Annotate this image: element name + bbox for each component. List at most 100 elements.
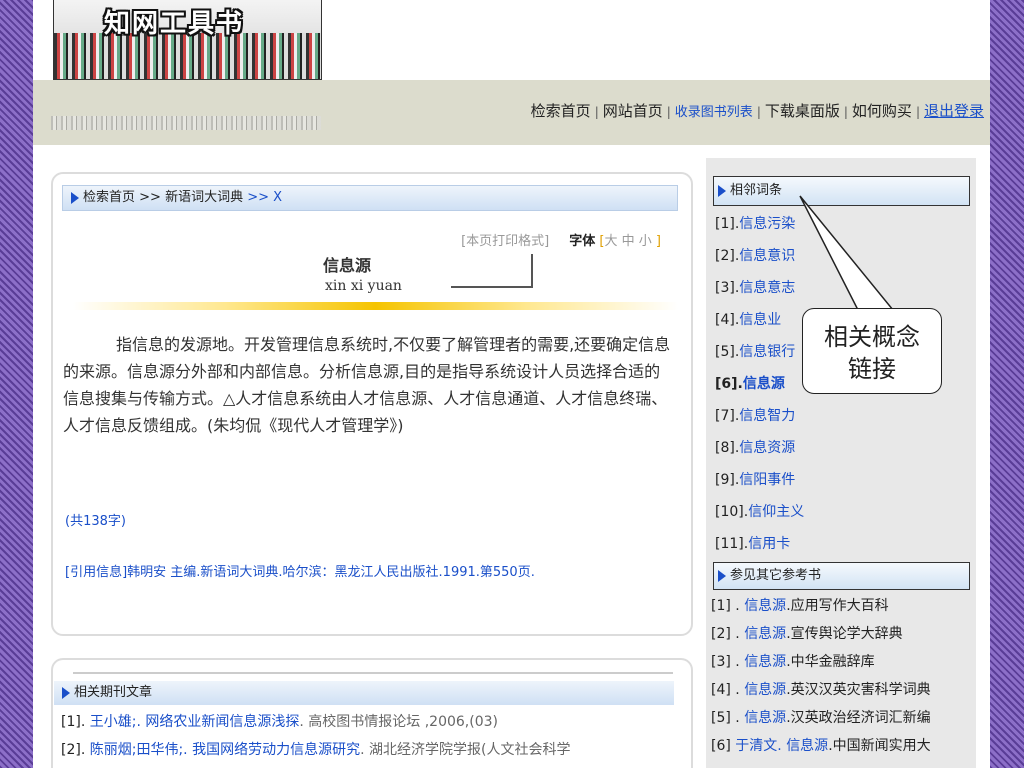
item-num: [2]. [715, 248, 740, 264]
related-item[interactable]: [4].信息业 [715, 311, 781, 329]
divider [73, 672, 673, 674]
item-label[interactable]: 信仰主义 [748, 504, 804, 520]
item-num: [8]. [715, 440, 740, 456]
nav-site-home[interactable]: 网站首页 [603, 102, 663, 120]
item-num: [1]. [715, 216, 740, 232]
triangle-icon [718, 184, 726, 197]
callout-line1: 相关概念 [824, 323, 920, 351]
top-navbar: 检索首页 | 网站首页 | 收录图书列表 | 下载桌面版 | 如何购买 | 退出登录 [33, 80, 990, 145]
triangle-icon [62, 686, 70, 699]
item-num: [5]. [715, 344, 740, 360]
nav-download-desktop[interactable]: 下载桌面版 [765, 102, 840, 120]
item-num: [10]. [715, 504, 749, 520]
item-label[interactable]: 信阳事件 [739, 472, 795, 488]
ref-item: [1] . 信息源.应用写作大百科 [711, 597, 889, 615]
item-num: [7]. [715, 408, 740, 424]
entry-pinyin: xin xi yuan [325, 278, 402, 294]
entry-title: 信息源 [323, 256, 372, 275]
ref-item: [6] 于清文. 信息源.中国新闻实用大 [711, 737, 931, 755]
font-medium[interactable]: 中 [622, 234, 635, 249]
related-item[interactable]: [5].信息银行 [715, 343, 795, 361]
ref-term-link[interactable]: 信息源 [744, 598, 786, 614]
ref-num: [4] . [711, 682, 745, 698]
ref-book[interactable]: .英汉汉英灾害科学词典 [786, 682, 930, 698]
nav-separator: | [666, 105, 671, 119]
ref-term-link[interactable]: 信息源 [744, 710, 786, 726]
journal-source: . 湖北经济学院学报(人文社会科学 [360, 742, 571, 758]
ref-item: [3] . 信息源.中华金融辞库 [711, 653, 875, 671]
refs-heading-label: 参见其它参考书 [730, 568, 822, 583]
ref-term-link[interactable]: 信息源 [744, 626, 786, 642]
item-label[interactable]: 信用卡 [748, 536, 790, 552]
related-item[interactable]: [8].信息资源 [715, 439, 795, 457]
journal-num: [2]. [61, 742, 90, 758]
item-label[interactable]: 信息污染 [739, 216, 795, 232]
citation-info: [引用信息]韩明安 主编.新语词大词典.哈尔滨：黑龙江人民出版社.1991.第5… [65, 565, 535, 580]
nav-how-to-buy[interactable]: 如何购买 [852, 102, 912, 120]
item-label[interactable]: 信息银行 [739, 344, 795, 360]
nav-separator: | [843, 105, 848, 119]
ref-book[interactable]: .中华金融辞库 [786, 654, 874, 670]
site-logo[interactable]: 知网工具书 [53, 0, 322, 80]
ref-book[interactable]: .应用写作大百科 [786, 598, 888, 614]
logo-title: 知网工具书 [104, 9, 245, 39]
annotation-bracket [451, 254, 533, 288]
journal-num: [1]. [61, 714, 90, 730]
journal-link[interactable]: 王小雄;. 网络农业新闻信息源浅探 [90, 714, 300, 730]
nav-book-list[interactable]: 收录图书列表 [675, 105, 753, 120]
ref-num: [2] . [711, 626, 745, 642]
related-item[interactable]: [3].信息意志 [715, 279, 795, 297]
font-large[interactable]: 大 [604, 234, 617, 249]
journals-heading-label: 相关期刊文章 [74, 685, 153, 700]
item-label[interactable]: 信息源 [743, 376, 785, 392]
ref-book[interactable]: .中国新闻实用大 [828, 738, 930, 754]
nav-search-home[interactable]: 检索首页 [531, 102, 591, 120]
bracket: ] [655, 234, 661, 249]
ref-item: [5] . 信息源.汉英政治经济词汇新编 [711, 709, 931, 727]
triangle-icon [71, 191, 79, 204]
item-num: [6]. [715, 376, 743, 392]
nav-logout[interactable]: 退出登录 [924, 102, 984, 120]
callout-box: 相关概念 链接 [802, 308, 942, 394]
item-label[interactable]: 信息业 [739, 312, 781, 328]
breadcrumb-home[interactable]: 检索首页 [83, 190, 135, 205]
ref-author-link[interactable]: 于清文. [735, 738, 786, 754]
ref-term-link[interactable]: 信息源 [744, 654, 786, 670]
breadcrumb-dictionary[interactable]: 新语词大词典 [165, 190, 243, 205]
related-item[interactable]: [11].信用卡 [715, 535, 790, 553]
item-label[interactable]: 信息智力 [739, 408, 795, 424]
ref-book[interactable]: .宣传舆论学大辞典 [786, 626, 902, 642]
char-count: (共138字) [65, 514, 126, 529]
ref-term-link[interactable]: 信息源 [744, 682, 786, 698]
item-num: [11]. [715, 536, 749, 552]
related-item[interactable]: [10].信仰主义 [715, 503, 804, 521]
ref-term-link[interactable]: 信息源 [786, 738, 828, 754]
related-item[interactable]: [7].信息智力 [715, 407, 795, 425]
entry-panel: 检索首页 >> 新语词大词典 >> X [本页打印格式] 字体 [大 中 小 ] … [51, 172, 693, 636]
related-item[interactable]: [1].信息污染 [715, 215, 795, 233]
ref-num: [1] . [711, 598, 745, 614]
ref-num: [6] [711, 738, 736, 754]
item-label[interactable]: 信息意志 [739, 280, 795, 296]
triangle-icon [718, 569, 726, 582]
item-label[interactable]: 信息资源 [739, 440, 795, 456]
gold-divider [73, 302, 678, 310]
related-heading-label: 相邻词条 [730, 183, 783, 198]
related-entries-heading: 相邻词条 [713, 176, 970, 206]
related-item[interactable]: [9].信阳事件 [715, 471, 795, 489]
font-small[interactable]: 小 [639, 234, 652, 249]
journal-link[interactable]: 陈丽烟;田华伟;. 我国网络劳动力信息源研究 [90, 742, 360, 758]
item-num: [4]. [715, 312, 740, 328]
ref-book[interactable]: .汉英政治经济词汇新编 [786, 710, 930, 726]
breadcrumb: 检索首页 >> 新语词大词典 >> X [62, 185, 678, 211]
item-label[interactable]: 信息意识 [739, 248, 795, 264]
decorative-stripes [51, 116, 321, 130]
item-num: [3]. [715, 280, 740, 296]
journal-item: [2]. 陈丽烟;田华伟;. 我国网络劳动力信息源研究. 湖北经济学院学报(人文… [61, 739, 570, 759]
page-tools: [本页打印格式] 字体 [大 中 小 ] [461, 230, 661, 249]
related-item-current[interactable]: [6].信息源 [715, 375, 785, 393]
related-item[interactable]: [2].信息意识 [715, 247, 795, 265]
print-format-link[interactable]: [本页打印格式] [461, 234, 549, 249]
entry-definition: 指信息的发源地。开发管理信息系统时,不仅要了解管理者的需要,还要确定信息的来源。… [63, 335, 671, 435]
nav-separator: | [756, 105, 761, 119]
